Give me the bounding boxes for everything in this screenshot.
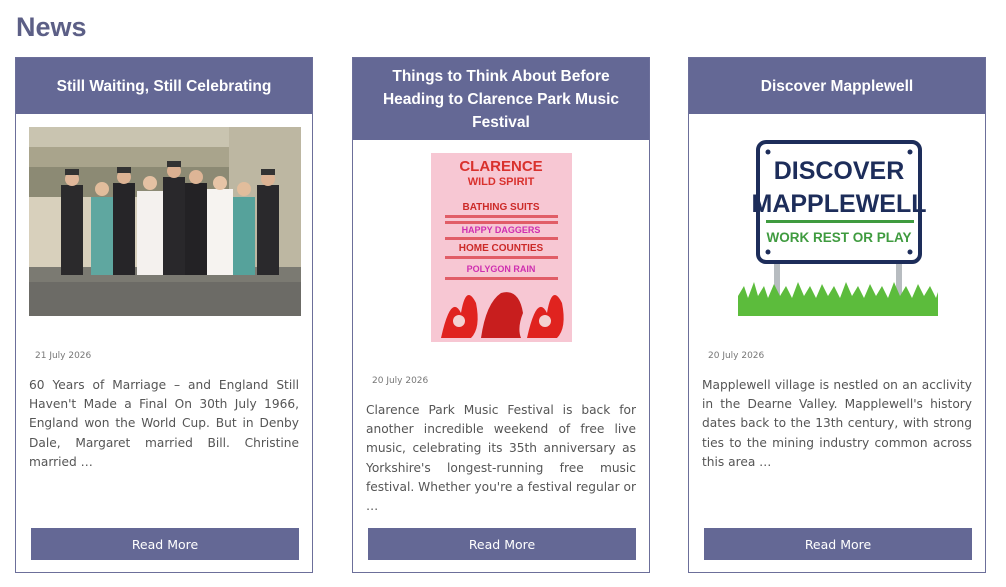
read-more-button[interactable]: Read More [31, 528, 299, 560]
section-title: News [16, 12, 87, 42]
card-date: 21 July 2026 [35, 351, 92, 361]
poster-band-2: HAPPY DAGGERS [462, 225, 541, 235]
card-title[interactable]: Still Waiting, Still Celebrating [16, 58, 312, 114]
read-more-button[interactable]: Read More [368, 528, 636, 560]
read-more-button[interactable]: Read More [704, 528, 972, 560]
card-image-poster[interactable]: CLARENCE WILD SPIRIT BATHING SUITS HAPPY… [431, 153, 572, 342]
poster-heading-2: WILD SPIRIT [468, 176, 535, 188]
festival-poster-illustration: CLARENCE WILD SPIRIT BATHING SUITS HAPPY… [431, 153, 572, 342]
card-date: 20 July 2026 [708, 351, 765, 361]
wedding-photo-illustration [29, 127, 301, 316]
poster-band-3: HOME COUNTIES [459, 243, 544, 254]
sign-line-1: DISCOVER [774, 157, 905, 185]
news-card-3: Discover Mapplewell DISCOVER MAPPLEWELL … [688, 57, 986, 573]
news-card-1: Still Waiting, Still Celebrating 21 July… [15, 57, 313, 573]
card-excerpt: Clarence Park Music Festival is back for… [366, 403, 636, 514]
card-image-wedding[interactable] [29, 127, 301, 316]
card-date: 20 July 2026 [372, 376, 429, 386]
sign-tagline: WORK REST OR PLAY [766, 230, 911, 245]
card-title[interactable]: Things to Think About Before Heading to … [353, 58, 649, 140]
sign-line-2: MAPPLEWELL [752, 190, 927, 218]
news-card-2: Things to Think About Before Heading to … [352, 57, 650, 573]
poster-band-4: POLYGON RAIN [467, 264, 536, 274]
card-excerpt: Mapplewell village is nestled on an accl… [702, 378, 972, 469]
mapplewell-sign-illustration: DISCOVER MAPPLEWELL WORK REST OR PLAY [738, 140, 938, 316]
card-image-sign[interactable]: DISCOVER MAPPLEWELL WORK REST OR PLAY [738, 136, 938, 316]
poster-band-1: BATHING SUITS [462, 202, 539, 213]
card-title[interactable]: Discover Mapplewell [689, 58, 985, 114]
poster-heading-1: CLARENCE [459, 158, 542, 175]
card-excerpt: 60 Years of Marriage – and England Still… [29, 378, 299, 469]
